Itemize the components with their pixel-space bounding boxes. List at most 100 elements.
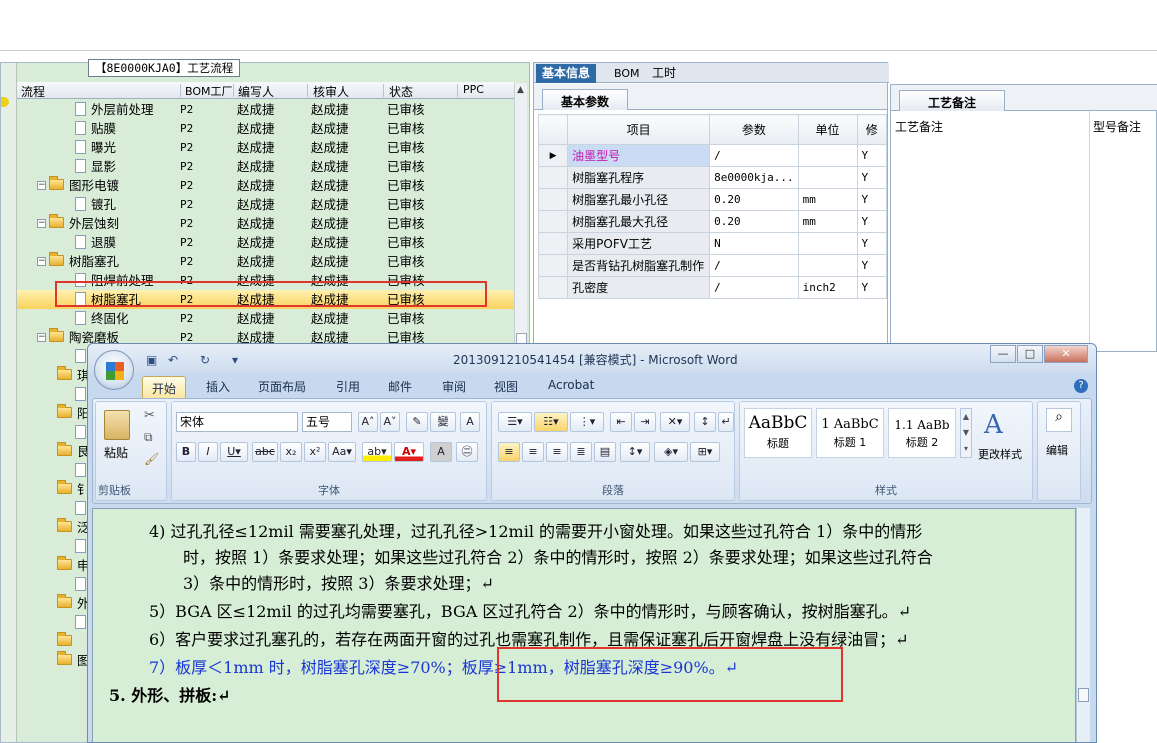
minimize-icon[interactable]: — <box>990 345 1016 363</box>
param-row[interactable]: 树脂塞孔程序 8e0000kja... Y <box>537 166 888 189</box>
col-flow[interactable]: 流程 <box>21 83 45 100</box>
font-name-combo[interactable]: 宋体 <box>176 412 298 432</box>
param-row[interactable]: 孔密度 / inch2 Y <box>537 276 888 299</box>
style-heading-2[interactable]: 1.1 AaBb 标题 2 <box>888 408 956 458</box>
char-border-icon[interactable]: A <box>460 412 480 432</box>
tree-row[interactable]: 镀孔 P2 赵成捷 赵成捷 已审核 <box>17 195 514 214</box>
tab-hours[interactable]: 工时 <box>646 64 682 83</box>
copy-icon[interactable]: ⧉ <box>144 430 153 445</box>
font-size-combo[interactable]: 五号 <box>302 412 352 432</box>
editing-button[interactable]: 编辑 <box>1046 442 1068 458</box>
param-item[interactable]: 树脂塞孔最小孔径 <box>567 188 711 211</box>
param-unit[interactable]: mm <box>797 188 858 211</box>
param-unit[interactable] <box>797 254 858 277</box>
param-unit[interactable] <box>797 166 858 189</box>
col-mod[interactable]: 修 <box>856 114 888 145</box>
tab-review[interactable]: 审阅 <box>442 378 466 395</box>
tab-bom[interactable]: BOM <box>608 64 646 83</box>
tab-basic-info[interactable]: 基本信息 <box>536 64 597 83</box>
line-spacing-icon[interactable]: ↕▾ <box>620 442 650 462</box>
param-flag[interactable]: Y <box>856 166 888 189</box>
scroll-up-icon[interactable]: ▲ <box>517 85 524 95</box>
param-flag[interactable]: Y <box>856 188 888 211</box>
format-painter-icon[interactable]: 🖌 <box>144 452 159 466</box>
save-icon[interactable]: ▣ <box>146 353 157 367</box>
doc-scroll-thumb[interactable] <box>1078 688 1089 702</box>
align-center-icon[interactable]: ≡ <box>522 442 544 462</box>
param-item[interactable]: 树脂塞孔程序 <box>567 166 711 189</box>
tab-references[interactable]: 引用 <box>336 378 360 395</box>
increase-indent-icon[interactable]: ⇥ <box>634 412 656 432</box>
tree-row[interactable]: 贴膜 P2 赵成捷 赵成捷 已审核 <box>17 119 514 138</box>
tab-process-notes[interactable]: 工艺备注 <box>899 90 1006 111</box>
tree-row[interactable]: − 图形电镀 P2 赵成捷 赵成捷 已审核 <box>17 176 514 195</box>
change-styles-button[interactable]: 更改样式 <box>978 446 1022 462</box>
phonetic-icon[interactable]: 變 <box>430 412 456 432</box>
italic-icon[interactable]: I <box>198 442 218 462</box>
close-icon[interactable]: ✕ <box>1044 345 1088 363</box>
tab-acrobat[interactable]: Acrobat <box>548 378 594 392</box>
tree-row[interactable]: 曝光 P2 赵成捷 赵成捷 已审核 <box>17 138 514 157</box>
param-flag[interactable]: Y <box>856 232 888 255</box>
asian-layout-icon[interactable]: ✕▾ <box>660 412 690 432</box>
param-value[interactable]: N <box>709 232 799 255</box>
align-right-icon[interactable]: ≡ <box>546 442 568 462</box>
help-icon[interactable]: ? <box>1074 379 1088 393</box>
param-flag[interactable]: Y <box>856 210 888 233</box>
param-unit[interactable]: mm <box>797 210 858 233</box>
tree-row[interactable]: − 树脂塞孔 P2 赵成捷 赵成捷 已审核 <box>17 252 514 271</box>
tab-view[interactable]: 视图 <box>494 378 518 395</box>
change-case-icon[interactable]: Aa▾ <box>328 442 356 462</box>
bold-icon[interactable]: B <box>176 442 196 462</box>
style-heading-1[interactable]: 1 AaBbC 标题 1 <box>816 408 884 458</box>
collapse-icon[interactable]: − <box>37 219 46 228</box>
collapse-icon[interactable]: − <box>37 257 46 266</box>
tab-insert[interactable]: 插入 <box>206 378 230 395</box>
tree-row[interactable]: 终固化 P2 赵成捷 赵成捷 已审核 <box>17 309 514 328</box>
highlight-icon[interactable]: ab▾ <box>362 442 392 462</box>
decrease-indent-icon[interactable]: ⇤ <box>610 412 632 432</box>
param-flag[interactable]: Y <box>856 144 888 167</box>
char-shading-icon[interactable]: A <box>430 442 452 462</box>
param-value[interactable]: / <box>709 276 799 299</box>
param-row[interactable]: ▶ 油墨型号 / Y <box>537 144 888 167</box>
style-title[interactable]: AaBbC 标题 <box>744 408 812 458</box>
param-row[interactable]: 树脂塞孔最大孔径 0.20 mm Y <box>537 210 888 233</box>
tree-row[interactable]: 显影 P2 赵成捷 赵成捷 已审核 <box>17 157 514 176</box>
multilevel-list-icon[interactable]: ⋮▾ <box>570 412 604 432</box>
tree-row[interactable]: − 外层蚀刻 P2 赵成捷 赵成捷 已审核 <box>17 214 514 233</box>
param-item[interactable]: 是否背钻孔树脂塞孔制作 <box>567 254 711 277</box>
maximize-icon[interactable]: □ <box>1017 345 1043 363</box>
param-value[interactable]: 8e0000kja... <box>709 166 799 189</box>
param-value[interactable]: / <box>709 144 799 167</box>
col-item[interactable]: 项目 <box>567 114 711 145</box>
param-row[interactable]: 采用POFV工艺 N Y <box>537 232 888 255</box>
qat-dropdown-icon[interactable]: ▾ <box>232 353 238 367</box>
param-unit[interactable] <box>797 144 858 167</box>
sort-icon[interactable]: ↕ <box>694 412 716 432</box>
tab-basic-params[interactable]: 基本参数 <box>542 89 629 110</box>
numbering-icon[interactable]: ☷▾ <box>534 412 568 432</box>
tab-mailings[interactable]: 邮件 <box>388 378 412 395</box>
styles-scroll-icon[interactable]: ▲ ▼ ▾ <box>960 408 972 458</box>
col-reviewer[interactable]: 核审人 <box>313 83 349 100</box>
enclose-char-icon[interactable]: ㊁ <box>456 442 478 462</box>
param-flag[interactable]: Y <box>856 254 888 277</box>
superscript-icon[interactable]: x² <box>304 442 326 462</box>
collapse-icon[interactable]: − <box>37 181 46 190</box>
param-item[interactable]: 采用POFV工艺 <box>567 232 711 255</box>
paste-icon[interactable] <box>104 410 130 440</box>
param-row[interactable]: 树脂塞孔最小孔径 0.20 mm Y <box>537 188 888 211</box>
param-value[interactable]: / <box>709 254 799 277</box>
col-status[interactable]: 状态 <box>389 83 413 100</box>
underline-icon[interactable]: U▾ <box>220 442 248 462</box>
col-process-notes[interactable]: 工艺备注 <box>895 118 943 135</box>
doc-scrollbar[interactable] <box>1076 508 1090 742</box>
param-item[interactable]: 油墨型号 <box>567 144 711 167</box>
distribute-icon[interactable]: ▤ <box>594 442 616 462</box>
tree-row[interactable]: 退膜 P2 赵成捷 赵成捷 已审核 <box>17 233 514 252</box>
param-value[interactable]: 0.20 <box>709 188 799 211</box>
grow-font-icon[interactable]: A˄ <box>358 412 378 432</box>
param-item[interactable]: 孔密度 <box>567 276 711 299</box>
col-bom[interactable]: BOM工厂 <box>185 83 233 99</box>
